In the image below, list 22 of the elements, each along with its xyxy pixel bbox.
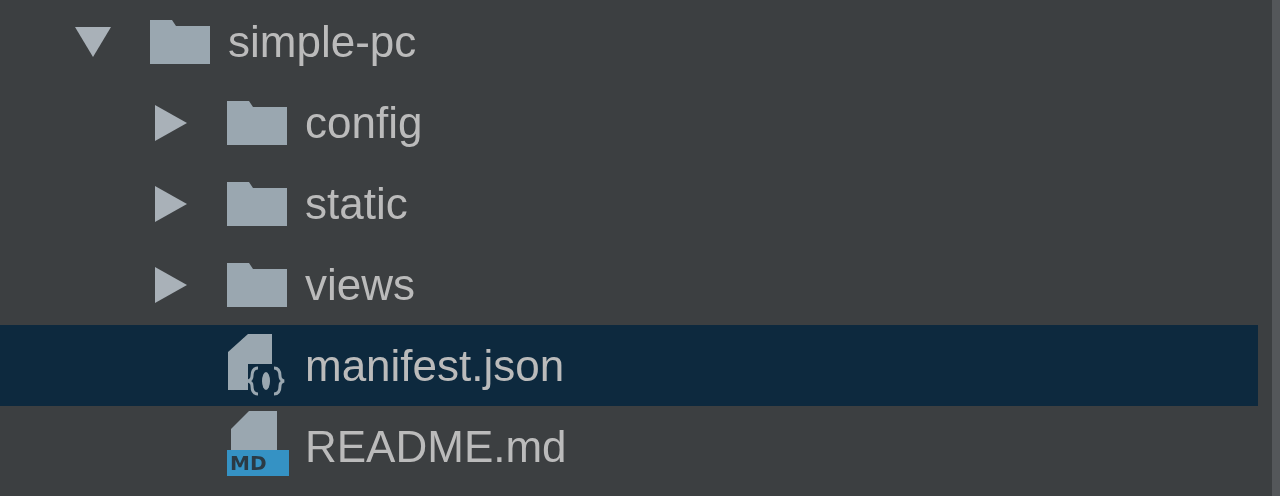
- json-file-icon: [228, 333, 286, 398]
- tree-item-label: config: [305, 100, 423, 145]
- tree-item-label: manifest.json: [305, 343, 565, 388]
- folder-icon: [227, 100, 287, 145]
- folder-icon: [227, 262, 287, 307]
- file-type-badge: MD: [227, 449, 289, 476]
- tree-row[interactable]: MD README.md: [0, 406, 1258, 487]
- expanded-arrow-icon[interactable]: [75, 26, 111, 57]
- collapsed-arrow-icon[interactable]: [155, 185, 187, 222]
- tree-item-label: static: [305, 181, 408, 226]
- tree-row[interactable]: views: [0, 244, 1258, 325]
- tree-row[interactable]: simple-pc: [0, 1, 1258, 82]
- tree-item-label: views: [305, 262, 416, 307]
- tree-row[interactable]: config: [0, 82, 1258, 163]
- collapsed-arrow-icon[interactable]: [155, 266, 187, 303]
- folder-icon: [150, 19, 210, 64]
- tree-row[interactable]: manifest.json: [0, 325, 1258, 406]
- folder-icon: [227, 181, 287, 226]
- tree-item-label: README.md: [305, 424, 567, 469]
- collapsed-arrow-icon[interactable]: [155, 104, 187, 141]
- tree-item-label: simple-pc: [228, 19, 417, 64]
- tree-row[interactable]: static: [0, 163, 1258, 244]
